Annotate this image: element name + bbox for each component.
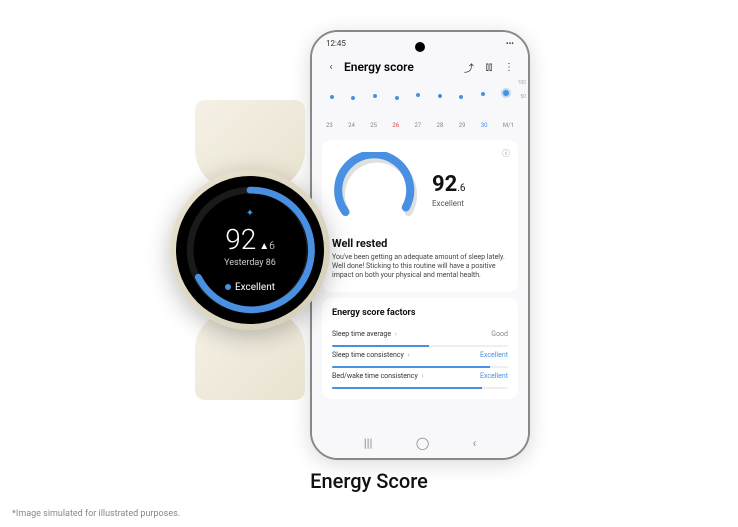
score-label: Excellent bbox=[432, 199, 466, 208]
status-time: 12:45 bbox=[326, 39, 346, 48]
chart-date: 29 bbox=[459, 122, 466, 129]
share-icon[interactable]: ⤴ bbox=[462, 60, 476, 74]
nav-back-icon[interactable]: ‹ bbox=[473, 436, 477, 450]
chart-date: 27 bbox=[414, 122, 421, 129]
nav-recent-icon[interactable]: ||| bbox=[364, 436, 373, 450]
score-value: 92 bbox=[432, 172, 457, 197]
factor-value: Excellent bbox=[480, 351, 508, 359]
chart-point bbox=[481, 92, 485, 96]
chart-date: 25 bbox=[370, 122, 377, 129]
chevron-right-icon: › bbox=[422, 372, 424, 380]
factor-value: Excellent bbox=[480, 372, 508, 380]
nav-home-icon[interactable]: ◯ bbox=[416, 436, 429, 450]
chart-point bbox=[395, 96, 399, 100]
more-icon[interactable]: ⋮ bbox=[502, 60, 516, 74]
factor-value: Good bbox=[491, 330, 508, 338]
y-mid: 50 bbox=[520, 94, 526, 100]
chart-icon[interactable]: ⫾⫾ bbox=[482, 60, 496, 74]
y-max: 100 bbox=[518, 80, 526, 86]
page-title: Energy score bbox=[344, 60, 456, 74]
chart-point bbox=[416, 93, 420, 97]
chart-date: 26 bbox=[392, 122, 399, 129]
app-header: ‹ Energy score ⤴ ⫾⫾ ⋮ bbox=[312, 54, 528, 80]
chart-point bbox=[373, 94, 377, 98]
watch-face: ✦ 92 ▲6 Yesterday 86 Excellent bbox=[176, 176, 324, 324]
chart-point bbox=[503, 90, 509, 96]
chart-date: 28 bbox=[437, 122, 444, 129]
chart-point bbox=[459, 95, 463, 99]
chevron-right-icon: › bbox=[408, 351, 410, 359]
info-icon[interactable]: ⓘ bbox=[502, 148, 510, 159]
image-caption: Energy Score bbox=[0, 469, 738, 493]
status-icons: ••• bbox=[506, 39, 514, 48]
score-decimal: .6 bbox=[457, 183, 465, 194]
phone-camera bbox=[415, 42, 425, 52]
back-icon[interactable]: ‹ bbox=[324, 60, 338, 74]
watch-case: ✦ 92 ▲6 Yesterday 86 Excellent bbox=[170, 170, 330, 330]
gauge-score: 92.6 Excellent bbox=[432, 172, 466, 208]
watch-progress-ring bbox=[182, 182, 318, 318]
watch-mockup: ✦ 92 ▲6 Yesterday 86 Excellent bbox=[140, 100, 360, 400]
disclaimer: *Image simulated for illustrated purpose… bbox=[12, 509, 180, 519]
android-nav: ||| ◯ ‹ bbox=[312, 432, 528, 454]
chart-point bbox=[438, 94, 442, 98]
chart-point bbox=[330, 95, 334, 99]
chart-date: M/1 bbox=[503, 122, 514, 129]
chart-date: 30 bbox=[481, 122, 488, 129]
chevron-right-icon: › bbox=[395, 330, 397, 338]
